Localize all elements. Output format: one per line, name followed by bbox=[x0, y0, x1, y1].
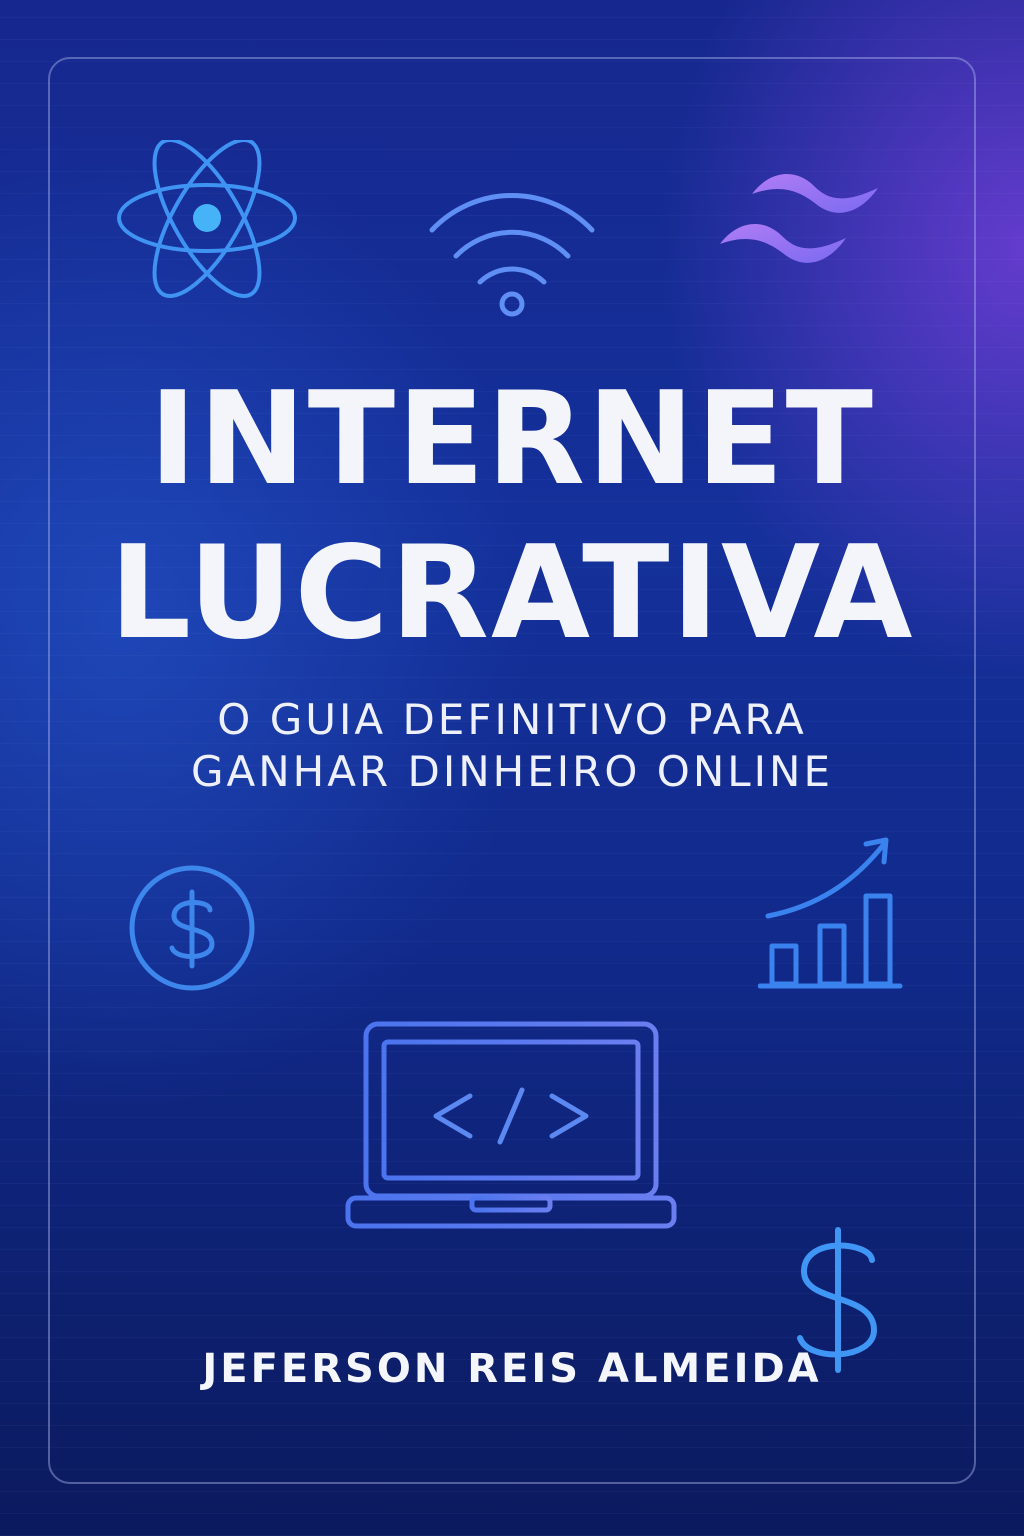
title-line-2: LUCRATIVA bbox=[109, 519, 915, 668]
react-atom-icon bbox=[117, 140, 297, 298]
book-cover: INTERNET LUCRATIVA O GUIA DEFINITIVO PAR… bbox=[0, 0, 1024, 1536]
growth-chart-icon bbox=[758, 837, 903, 989]
tailwind-wave-icon bbox=[720, 174, 878, 263]
subtitle-line-2: GANHAR DINHEIRO ONLINE bbox=[190, 747, 833, 796]
wifi-icon bbox=[429, 193, 595, 317]
subtitle-line-1: O GUIA DEFINITIVO PARA bbox=[217, 695, 807, 744]
author-name: JEFERSON REIS ALMEIDA bbox=[202, 1346, 822, 1392]
laptop-code-icon bbox=[345, 1021, 677, 1229]
title-line-1: INTERNET bbox=[149, 365, 875, 514]
dollar-coin-icon bbox=[129, 865, 255, 991]
